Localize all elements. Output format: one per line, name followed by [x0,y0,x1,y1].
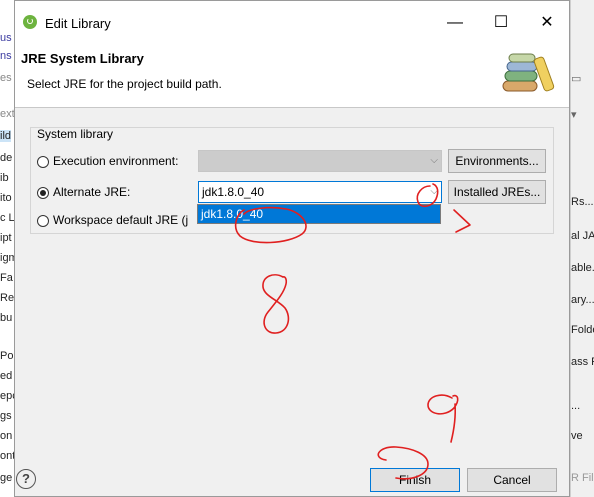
execution-environment-combo: ⌵ [198,150,442,172]
bg-fragment: ib [0,172,9,184]
bg-fragment: ito [0,192,12,204]
dialog-body: System library Execution environment: ⌵ … [15,108,569,458]
group-label: System library [37,127,114,141]
execution-environment-radio[interactable] [37,156,49,168]
page-description: Select JRE for the project build path. [27,77,222,91]
bg-fragment: Rs... [571,196,594,208]
bg-fragment: epc [0,390,14,402]
chevron-down-icon: ▾ [571,109,577,121]
bg-fragment: Po [0,350,14,362]
bg-fragment: Fa [0,272,13,284]
edit-library-dialog: Edit Library — ☐ ✕ JRE System Library Se… [14,0,570,497]
chevron-down-icon: ⌵ [430,186,438,197]
bg-fragment: us [0,32,12,44]
alternate-jre-combo[interactable]: jdk1.8.0_40 ⌵ [198,181,442,203]
bg-fragment: ary... [571,294,594,306]
environments-button[interactable]: Environments... [448,149,546,173]
bg-fragment: de [0,152,13,164]
bg-fragment: ge [0,472,13,484]
cancel-button[interactable]: Cancel [467,468,557,492]
bg-fragment: R Fil [571,472,594,484]
spring-leaf-icon [23,15,37,29]
bg-fragment: c L [0,212,15,224]
bg-fragment: ed [0,370,13,382]
bg-fragment: ipt [0,232,12,244]
bg-fragment: bu [0,312,13,324]
alternate-jre-label: Alternate JRE: [53,185,131,199]
minimize-button[interactable]: — [437,10,473,36]
installed-jres-button[interactable]: Installed JREs... [448,180,546,204]
bg-fragment: ass F [571,356,594,368]
wizard-header: JRE System Library Select JRE for the pr… [15,35,569,108]
close-button[interactable]: ✕ [529,10,565,36]
window-title: Edit Library [45,16,111,31]
bg-fragment: Folde [571,324,594,336]
background-right-strip: ▭ ▾ Rs... al JA able. ary... Folde ass F… [570,0,594,497]
execution-environment-label: Execution environment: [53,154,179,168]
page-title: JRE System Library [21,51,144,66]
bg-fragment: gs [0,410,12,422]
bg-fragment: ve [571,430,583,442]
workspace-default-label: Workspace default JRE (j [53,213,189,227]
bg-fragment: able. [571,262,594,274]
workspace-default-radio[interactable] [37,215,49,227]
finish-button[interactable]: Finish [370,468,460,492]
jre-dropdown-list: jdk1.8.0_40 [197,204,441,224]
bg-fragment: on [0,430,13,442]
background-left-strip: us ns es ext ild de ib ito c L ipt igm F… [0,0,15,497]
alternate-jre-radio[interactable] [37,187,49,199]
button-bar: Finish Cancel [15,458,569,496]
bg-fragment: ext [0,108,15,120]
bg-fragment: Re [0,292,15,304]
library-icon [502,53,555,92]
bg-fragment: igm [0,252,14,264]
bg-fragment: ild [0,130,12,142]
bg-fragment: ns [0,50,12,62]
alternate-jre-value: jdk1.8.0_40 [202,185,265,199]
help-icon[interactable]: ? [16,469,36,489]
title-bar[interactable]: Edit Library — ☐ ✕ [15,1,569,35]
dropdown-option[interactable]: jdk1.8.0_40 [198,205,440,223]
bg-fragment: ... [571,400,581,412]
maximize-button[interactable]: ☐ [483,10,519,36]
bg-fragment: ont [0,450,15,462]
bg-fragment: al JA [571,230,594,242]
bg-fragment: ▭ [571,73,582,85]
bg-fragment: es [0,72,12,84]
chevron-down-icon: ⌵ [430,155,438,166]
